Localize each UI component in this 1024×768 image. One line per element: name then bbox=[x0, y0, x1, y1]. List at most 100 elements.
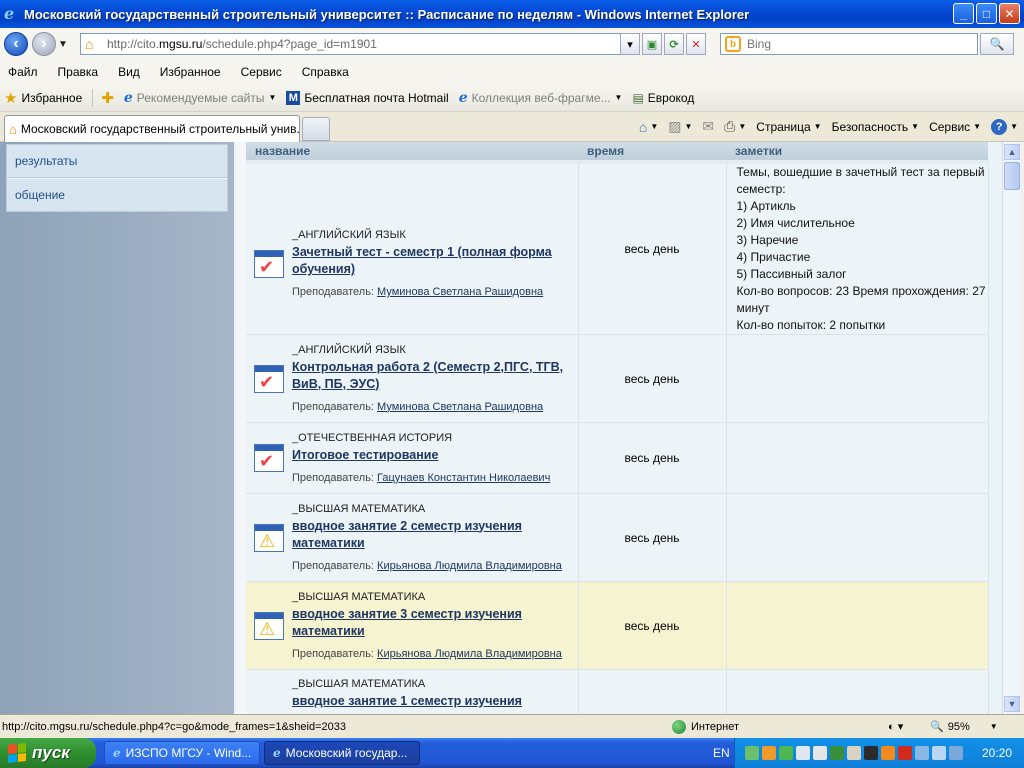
menu-tools[interactable]: Сервис bbox=[241, 65, 282, 79]
fav-web-slices[interactable]: e Коллекция веб-фрагме... ▼ bbox=[459, 90, 623, 106]
ie-icon: e bbox=[113, 746, 121, 760]
event-title-link[interactable]: вводное занятие 1 семестр изучения bbox=[292, 693, 522, 710]
event-title-link[interactable]: вводное занятие 2 семестр изучения матем… bbox=[292, 518, 578, 552]
forward-button[interactable]: › bbox=[32, 32, 56, 56]
page-content: результаты общение название время заметк… bbox=[0, 142, 1024, 714]
security-zone[interactable]: Интернет bbox=[672, 719, 739, 734]
event-time bbox=[578, 669, 727, 714]
back-button[interactable]: ‹ bbox=[4, 32, 28, 56]
close-button[interactable]: ✕ bbox=[999, 3, 1020, 24]
history-dropdown-icon[interactable]: ▼ bbox=[56, 39, 70, 50]
sidebar-item-results[interactable]: результаты bbox=[6, 144, 228, 178]
table-row: ⚠ _ВЫСШАЯ МАТЕМАТИКА вводное занятие 2 с… bbox=[246, 493, 989, 582]
minimize-button[interactable]: _ bbox=[953, 3, 974, 24]
new-tab-button[interactable] bbox=[302, 117, 330, 141]
scroll-up-icon[interactable]: ▲ bbox=[1004, 144, 1020, 160]
print-button[interactable]: ⎙ ▼ bbox=[724, 118, 746, 135]
menu-help[interactable]: Справка bbox=[302, 65, 349, 79]
column-header-notes[interactable]: заметки bbox=[726, 142, 988, 164]
zoom-icon: 🔍 bbox=[930, 721, 944, 733]
help-icon: ? bbox=[991, 118, 1008, 135]
teacher-link[interactable]: Муминова Светлана Рашидовна bbox=[377, 401, 543, 413]
tray-app-icon[interactable] bbox=[847, 746, 861, 760]
clock[interactable]: 20:20 bbox=[982, 746, 1012, 760]
event-notes bbox=[726, 581, 989, 670]
page-menu[interactable]: Страница ▼ bbox=[756, 120, 821, 134]
status-url: http://cito.mgsu.ru/schedule.php4?c=go&m… bbox=[2, 720, 346, 733]
tab-active[interactable]: ⌂ Московский государственный строительны… bbox=[4, 115, 300, 142]
home-icon: ⌂ bbox=[638, 118, 648, 135]
event-title-link[interactable]: Итоговое тестирование bbox=[292, 447, 550, 464]
title-bar: e Московский государственный строительны… bbox=[0, 0, 1024, 28]
column-header-time[interactable]: время bbox=[578, 142, 726, 164]
address-dropdown-icon[interactable]: ▾ bbox=[620, 33, 640, 55]
tray-app-icon[interactable] bbox=[779, 746, 793, 760]
sidebar-item-communication[interactable]: общение bbox=[6, 178, 228, 212]
volume-icon[interactable] bbox=[932, 746, 946, 760]
menu-view[interactable]: Вид bbox=[118, 65, 140, 79]
tray-app-icon[interactable] bbox=[881, 746, 895, 760]
teacher-link[interactable]: Гацунаев Константин Николаевич bbox=[377, 472, 550, 484]
search-box[interactable]: b bbox=[720, 33, 978, 55]
search-go-icon[interactable]: 🔍 bbox=[980, 33, 1014, 55]
language-indicator[interactable]: EN bbox=[713, 746, 730, 760]
address-url[interactable]: http://cito.mgsu.ru/schedule.php4?page_i… bbox=[107, 37, 377, 51]
teacher-link[interactable]: Муминова Светлана Рашидовна bbox=[377, 286, 543, 298]
page-icon: ⌂ bbox=[85, 36, 94, 52]
scroll-down-icon[interactable]: ▼ bbox=[1004, 696, 1020, 712]
teacher-link[interactable]: Кирьянова Людмила Владимировна bbox=[377, 648, 562, 660]
favorites-button[interactable]: ★ Избранное bbox=[4, 89, 82, 107]
safety-menu[interactable]: Безопасность ▼ bbox=[832, 120, 919, 134]
menu-favorites[interactable]: Избранное bbox=[160, 65, 221, 79]
home-button[interactable]: ⌂ ▼ bbox=[639, 119, 658, 135]
feeds-button[interactable]: ▨ ▼ bbox=[668, 118, 692, 135]
add-favorite-icon[interactable]: ✚ bbox=[101, 89, 114, 107]
event-title-link[interactable]: Зачетный тест - семестр 1 (полная форма … bbox=[292, 244, 578, 278]
menu-file[interactable]: Файл bbox=[8, 65, 38, 79]
tray-app-icon[interactable] bbox=[864, 746, 878, 760]
start-button[interactable]: пуск bbox=[0, 738, 96, 768]
windows-logo-icon bbox=[8, 743, 26, 763]
teacher: Преподаватель: Муминова Светлана Рашидов… bbox=[292, 286, 544, 298]
protected-mode-icon[interactable]: ◐ ▾ bbox=[888, 720, 903, 733]
event-title-link[interactable]: Контрольная работа 2 (Семестр 2,ПГС, ТГВ… bbox=[292, 359, 578, 393]
stop-icon[interactable]: ✕ bbox=[686, 33, 706, 55]
help-button[interactable]: ? ▼ bbox=[991, 118, 1018, 135]
link-icon: ▤ bbox=[632, 90, 644, 105]
course-name: _ВЫСШАЯ МАТЕМАТИКА bbox=[292, 678, 426, 690]
vertical-scrollbar[interactable]: ▲ ▼ bbox=[1002, 142, 1020, 714]
teacher-link[interactable]: Кирьянова Людмила Владимировна bbox=[377, 560, 562, 572]
event-notes: Темы, вошедшие в зачетный тест за первый… bbox=[726, 162, 989, 335]
mail-button[interactable]: ✉ bbox=[702, 118, 714, 135]
course-name: _ВЫСШАЯ МАТЕМАТИКА bbox=[292, 502, 426, 515]
taskbar-item-2[interactable]: e Московский государ... bbox=[264, 741, 420, 765]
maximize-button[interactable]: □ bbox=[976, 3, 997, 24]
tray-app-icon[interactable] bbox=[762, 746, 776, 760]
tray-app-icon[interactable] bbox=[830, 746, 844, 760]
search-input[interactable] bbox=[747, 37, 947, 51]
scroll-thumb[interactable] bbox=[1004, 162, 1020, 190]
fav-suggested-sites[interactable]: e Рекомендуемые сайты ▼ bbox=[124, 90, 277, 106]
taskbar-item-1[interactable]: e ИЗСПО МГСУ - Wind... bbox=[104, 741, 260, 765]
address-bar[interactable]: ⌂ http://cito.mgsu.ru/schedule.php4?page… bbox=[80, 33, 636, 55]
event-time: весь день bbox=[578, 581, 727, 670]
event-notes bbox=[726, 334, 989, 423]
fav-hotmail[interactable]: M Бесплатная почта Hotmail bbox=[286, 90, 449, 105]
table-row: _ВЫСШАЯ МАТЕМАТИКА вводное занятие 1 сем… bbox=[246, 669, 989, 714]
tray-app-icon[interactable] bbox=[915, 746, 929, 760]
tools-menu[interactable]: Сервис ▼ bbox=[929, 120, 981, 134]
zoom-control[interactable]: 🔍 95% ▼ bbox=[930, 720, 998, 734]
tray-app-icon[interactable] bbox=[898, 746, 912, 760]
fav-eurocode[interactable]: ▤ Еврокод bbox=[632, 91, 694, 105]
taskbar: пуск e ИЗСПО МГСУ - Wind... e Московский… bbox=[0, 738, 1024, 768]
network-icon[interactable] bbox=[949, 746, 963, 760]
tray-app-icon[interactable] bbox=[796, 746, 810, 760]
event-title-link[interactable]: вводное занятие 3 семестр изучения матем… bbox=[292, 606, 578, 640]
ie-icon: e bbox=[458, 89, 468, 106]
refresh-icon[interactable]: ⟳ bbox=[664, 33, 684, 55]
tray-app-icon[interactable] bbox=[745, 746, 759, 760]
tray-app-icon[interactable] bbox=[813, 746, 827, 760]
column-header-name[interactable]: название bbox=[246, 142, 578, 164]
menu-edit[interactable]: Правка bbox=[58, 65, 99, 79]
compat-view-icon[interactable]: ▣ bbox=[642, 33, 662, 55]
